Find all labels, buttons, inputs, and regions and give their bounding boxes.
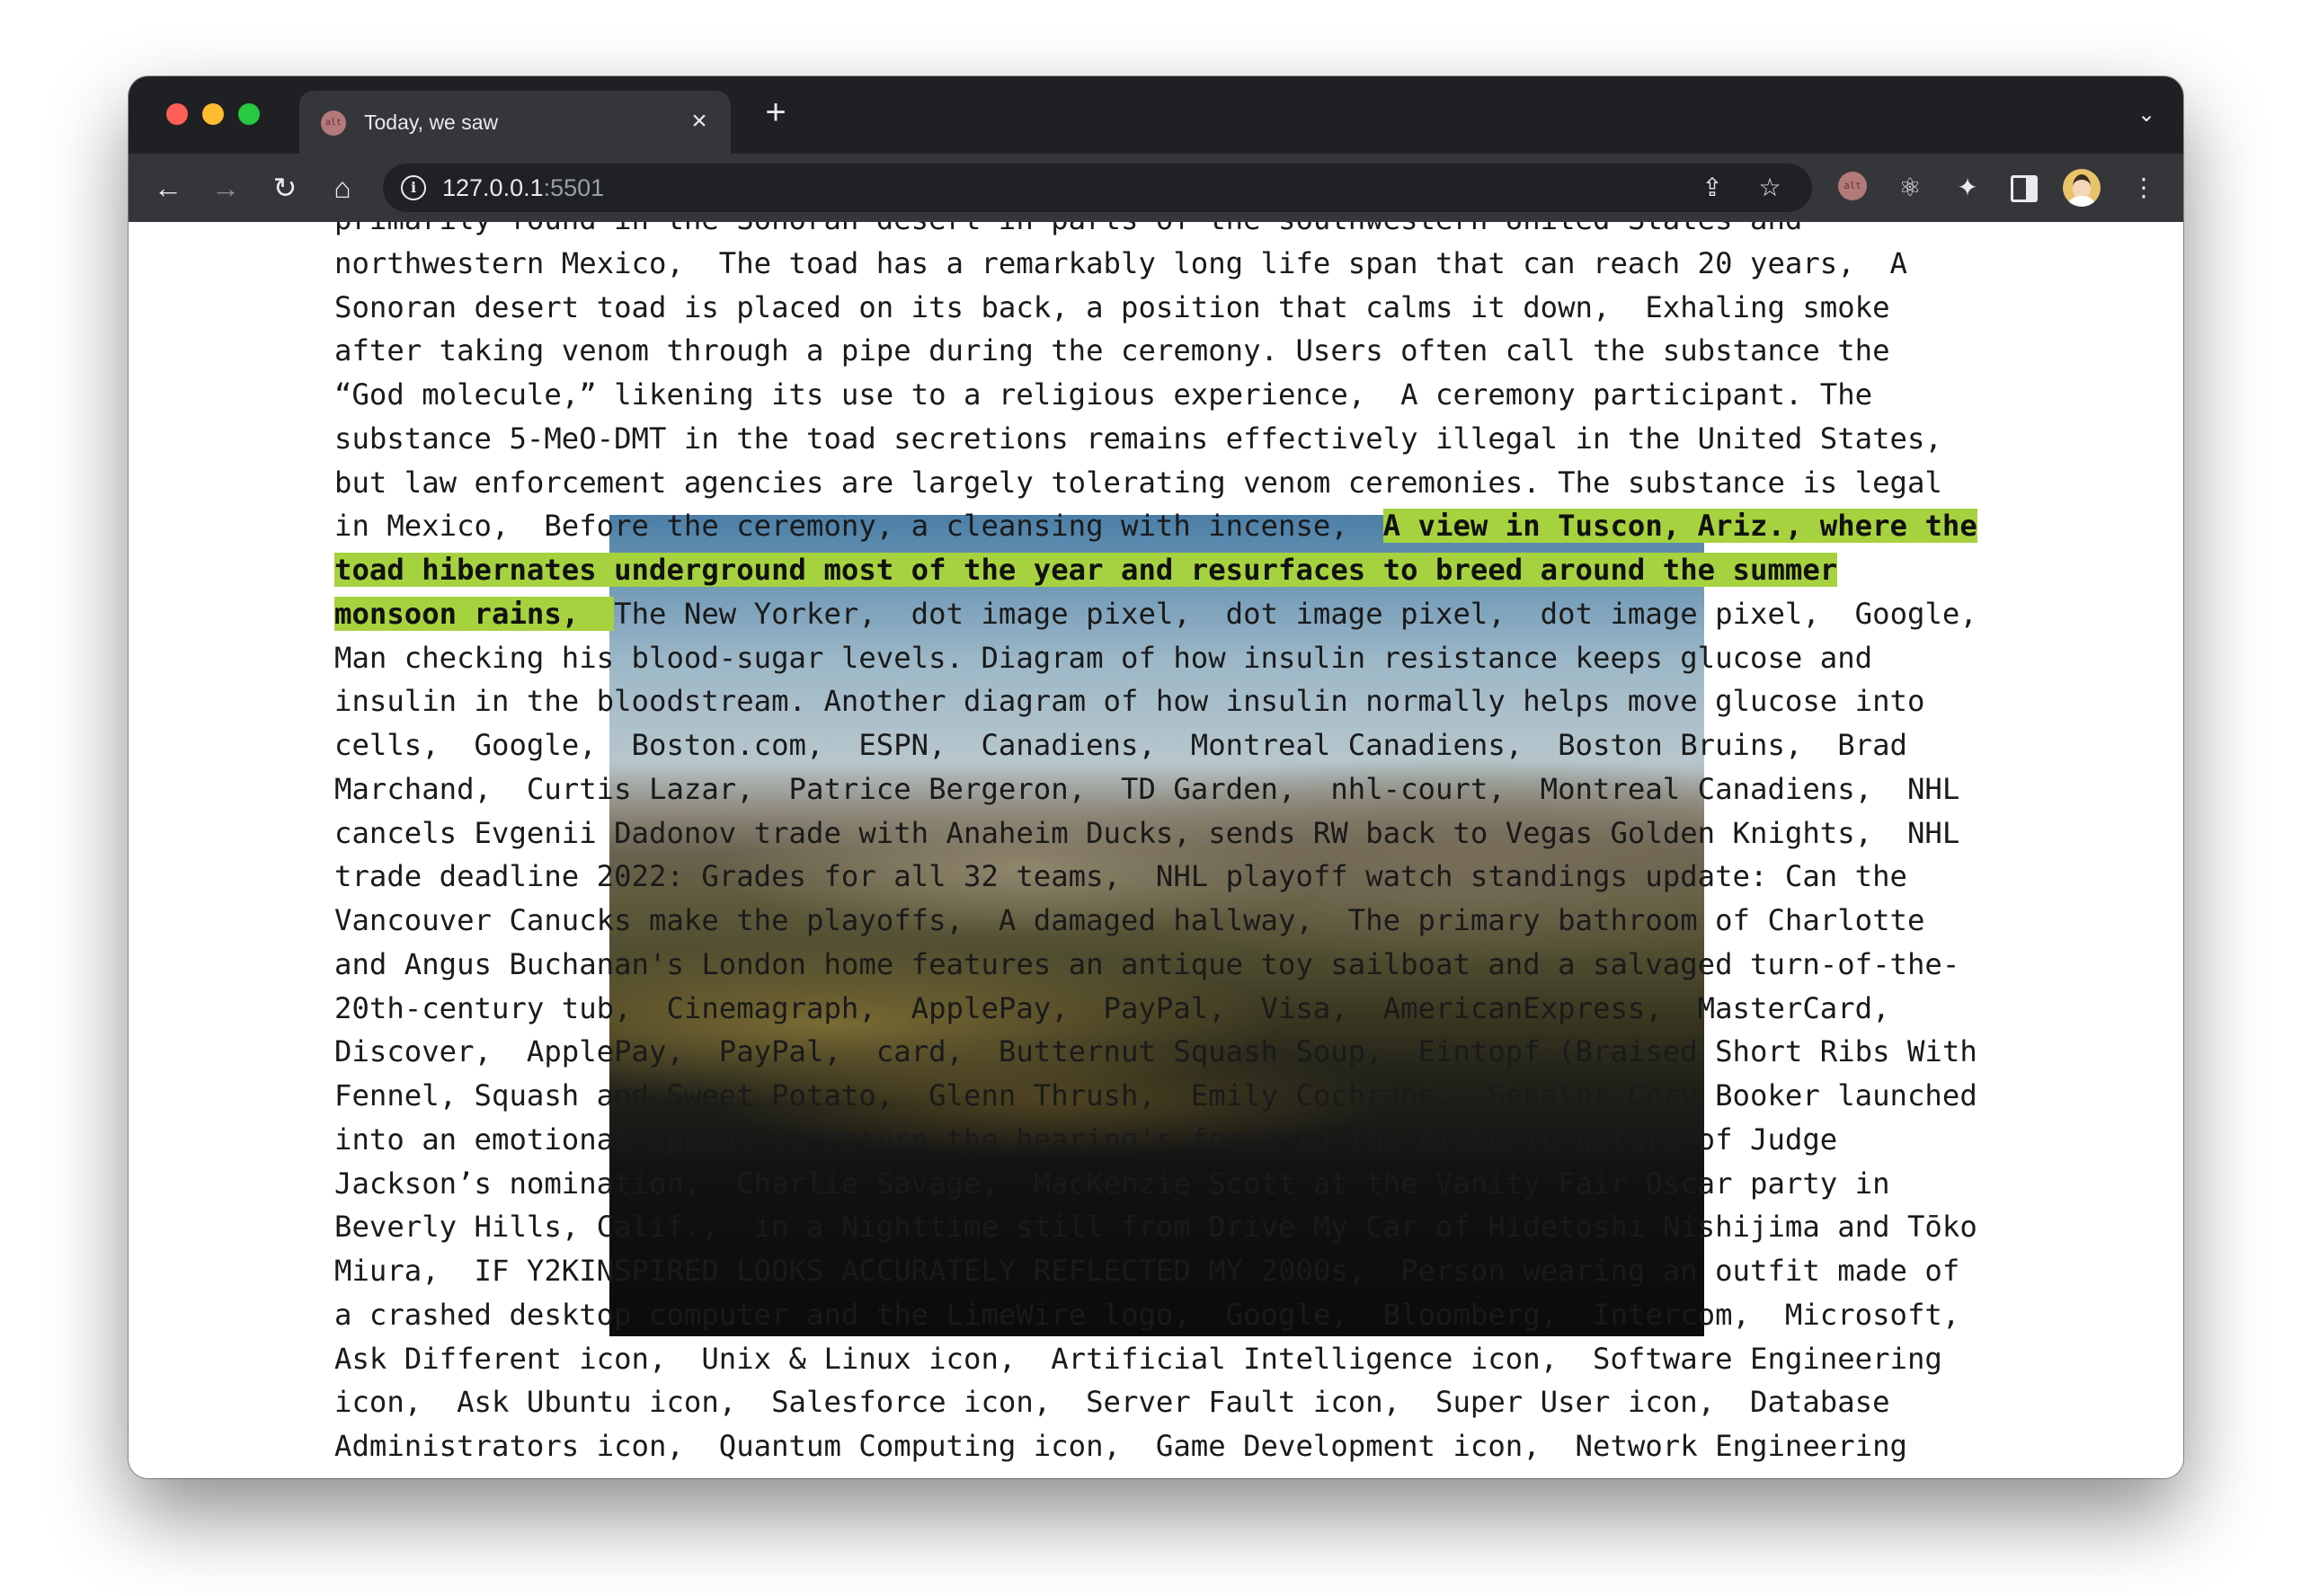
text-run: Ask Different icon, Unix & Linux icon, A… [334, 1341, 1942, 1376]
text-run: The New Yorker, dot image pixel, dot ima… [614, 596, 1977, 631]
text-line: cells, Google, Boston.com, ESPN, Canadie… [334, 723, 1979, 767]
text-line: toad hibernates underground most of the … [334, 548, 1979, 592]
text-run: icon, Ask Ubuntu icon, Salesforce icon, … [334, 1385, 1890, 1420]
text-line: and Angus Buchanan's London home feature… [334, 943, 1979, 987]
reload-icon[interactable]: ↻ [265, 168, 305, 208]
text-run: northwestern Mexico, The toad has a rema… [334, 245, 1907, 280]
article-text: primarily found in the Sonoran desert in… [334, 222, 1979, 1468]
highlighted-caption: monsoon rains, [334, 596, 615, 631]
highlighted-caption: A view in Tuscon, Ariz., where the [1382, 509, 1977, 544]
home-icon[interactable]: ⌂ [323, 168, 362, 208]
text-run: but law enforcement agencies are largely… [334, 465, 1942, 500]
text-run: Miura, IF Y2KINSPIRED LOOKS ACCURATELY R… [334, 1254, 1960, 1288]
url-port: :5501 [543, 174, 605, 201]
window-maximize-button[interactable] [238, 103, 260, 125]
react-devtools-icon[interactable]: ⚛ [1892, 170, 1928, 206]
text-run: Man checking his blood-sugar levels. Dia… [334, 640, 1873, 675]
address-bar[interactable]: i 127.0.0.1:5501 ⇪ ☆ [383, 164, 1812, 212]
text-line: in Mexico, Before the ceremony, a cleans… [334, 504, 1979, 548]
browser-toolbar: ← → ↻ ⌂ i 127.0.0.1:5501 ⇪ ☆ alt ⚛ ✦ ⋮ [129, 154, 2183, 222]
forward-icon[interactable]: → [206, 168, 245, 208]
text-run: cancels Evgenii Dadonov trade with Anahe… [334, 815, 1960, 850]
text-run: Beverly Hills, Calif., in a Nighttime st… [334, 1210, 1977, 1245]
text-run: “God molecule,” likening its use to a re… [334, 377, 1873, 412]
text-line: “God molecule,” likening its use to a re… [334, 373, 1979, 417]
text-run: after taking venom through a pipe during… [334, 333, 1890, 368]
text-run: Vancouver Canucks make the playoffs, A d… [334, 903, 1925, 937]
site-info-icon[interactable]: i [401, 175, 426, 200]
text-run: in Mexico, Before the ceremony, a cleans… [334, 509, 1383, 544]
text-run: Fennel, Squash and Sweet Potato, Glenn T… [334, 1078, 1977, 1113]
tab-favicon-icon: alt [321, 111, 346, 136]
tab-active[interactable]: alt Today, we saw × [299, 91, 731, 154]
window-close-button[interactable] [166, 103, 188, 125]
text-line: Vancouver Canucks make the playoffs, A d… [334, 899, 1979, 943]
browser-window: alt Today, we saw × + ⌄ ← → ↻ ⌂ i 127.0.… [129, 76, 2183, 1478]
text-line: icon, Ask Ubuntu icon, Salesforce icon, … [334, 1380, 1979, 1424]
text-line: substance 5-MeO-DMT in the toad secretio… [334, 417, 1979, 461]
text-line: Marchand, Curtis Lazar, Patrice Bergeron… [334, 767, 1979, 811]
text-line: a crashed desktop computer and the LimeW… [334, 1293, 1979, 1337]
text-line: Administrators icon, Quantum Computing i… [334, 1424, 1979, 1468]
text-run: a crashed desktop computer and the LimeW… [334, 1297, 1960, 1332]
text-line: insulin in the bloodstream. Another diag… [334, 679, 1979, 723]
text-line: but law enforcement agencies are largely… [334, 461, 1979, 505]
new-tab-button[interactable]: + [758, 94, 794, 130]
text-run: primarily found in the Sonoran desert in… [334, 222, 1802, 236]
text-run: Marchand, Curtis Lazar, Patrice Bergeron… [334, 771, 1960, 806]
alt-extension-icon[interactable]: alt [1838, 172, 1867, 200]
text-run: into an emotional appeal to return the h… [334, 1122, 1838, 1157]
page-viewport: primarily found in the Sonoran desert in… [129, 222, 2183, 1478]
text-line: Sonoran desert toad is placed on its bac… [334, 286, 1979, 330]
text-line: Man checking his blood-sugar levels. Dia… [334, 636, 1979, 680]
text-run: 20th-century tub, Cinemagraph, ApplePay,… [334, 990, 1890, 1025]
window-minimize-button[interactable] [202, 103, 224, 125]
url-text[interactable]: 127.0.0.1:5501 [442, 174, 604, 201]
text-run: insulin in the bloodstream. Another diag… [334, 684, 1925, 719]
text-run: cells, Google, Boston.com, ESPN, Canadie… [334, 728, 1907, 762]
text-line: cancels Evgenii Dadonov trade with Anahe… [334, 811, 1979, 856]
text-line: Fennel, Squash and Sweet Potato, Glenn T… [334, 1074, 1979, 1118]
tab-search-icon[interactable]: ⌄ [2131, 100, 2162, 130]
text-line: Miura, IF Y2KINSPIRED LOOKS ACCURATELY R… [334, 1249, 1979, 1293]
text-run: Discover, ApplePay, PayPal, card, Butter… [334, 1034, 1977, 1069]
back-icon[interactable]: ← [148, 168, 188, 208]
profile-avatar[interactable] [2063, 169, 2101, 207]
text-run: Sonoran desert toad is placed on its bac… [334, 289, 1890, 324]
tab-title: Today, we saw [364, 111, 499, 134]
tab-close-icon[interactable]: × [684, 106, 715, 137]
text-line: Beverly Hills, Calif., in a Nighttime st… [334, 1205, 1979, 1249]
text-run: substance 5-MeO-DMT in the toad secretio… [334, 421, 1942, 456]
text-line: Ask Different icon, Unix & Linux icon, A… [334, 1337, 1979, 1381]
text-run: and Angus Buchanan's London home feature… [334, 946, 1960, 981]
bookmark-star-icon[interactable]: ☆ [1753, 171, 1787, 205]
tab-strip: alt Today, we saw × + ⌄ [129, 76, 2183, 154]
text-run: trade deadline 2022: Grades for all 32 t… [334, 859, 1907, 894]
text-line: northwestern Mexico, The toad has a rema… [334, 242, 1979, 286]
text-run: Jackson’s nomination, Charlie Savage, Ma… [334, 1166, 1890, 1201]
text-line: 20th-century tub, Cinemagraph, ApplePay,… [334, 987, 1979, 1031]
text-line: Discover, ApplePay, PayPal, card, Butter… [334, 1030, 1979, 1074]
text-line: trade deadline 2022: Grades for all 32 t… [334, 855, 1979, 899]
text-line: monsoon rains, The New Yorker, dot image… [334, 592, 1979, 636]
highlighted-caption: toad hibernates underground most of the … [334, 553, 1838, 587]
text-line: Jackson’s nomination, Charlie Savage, Ma… [334, 1162, 1979, 1206]
chrome-menu-icon[interactable]: ⋮ [2126, 170, 2162, 206]
share-icon[interactable]: ⇪ [1695, 171, 1729, 205]
text-line: into an emotional appeal to return the h… [334, 1118, 1979, 1162]
text-run: Administrators icon, Quantum Computing i… [334, 1429, 1907, 1463]
text-line: after taking venom through a pipe during… [334, 329, 1979, 373]
extensions-puzzle-icon[interactable]: ✦ [1950, 170, 1986, 206]
side-panel-icon[interactable] [2011, 175, 2038, 202]
url-host: 127.0.0.1 [442, 174, 544, 201]
text-line: primarily found in the Sonoran desert in… [334, 222, 1979, 242]
